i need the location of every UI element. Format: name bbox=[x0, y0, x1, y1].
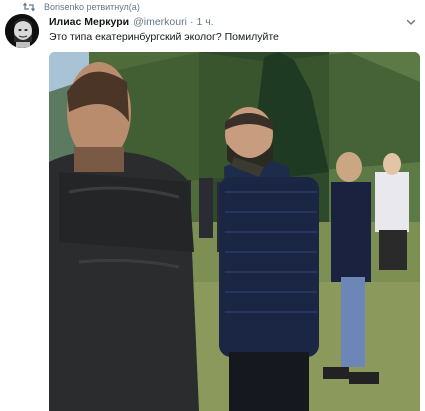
retweet-label[interactable]: Borisenko ретвитнул(а) bbox=[44, 2, 140, 12]
retweet-context[interactable]: Borisenko ретвитнул(а) bbox=[23, 0, 140, 14]
tweet-timestamp[interactable]: 1 ч. bbox=[196, 16, 213, 28]
tweet-photo[interactable] bbox=[49, 52, 420, 411]
avatar[interactable] bbox=[5, 14, 39, 48]
author-handle[interactable]: @imerkouri bbox=[133, 16, 187, 28]
separator-dot: · bbox=[189, 16, 194, 28]
retweet-icon bbox=[23, 2, 35, 12]
author-name[interactable]: Илиас Меркури bbox=[49, 16, 129, 28]
tweet-header: Илиас Меркури @imerkouri · 1 ч. bbox=[49, 15, 417, 29]
chevron-down-icon[interactable] bbox=[405, 16, 417, 28]
tweet-text: Это типа екатеринбургский эколог? Помилу… bbox=[49, 31, 279, 43]
